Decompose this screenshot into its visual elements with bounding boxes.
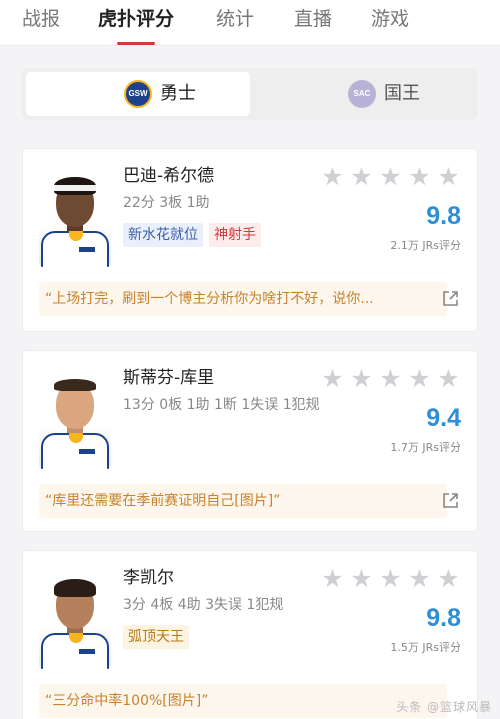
player-avatar xyxy=(39,171,111,267)
player-stats: 13分 0板 1助 1断 1失误 1犯规 xyxy=(123,397,320,413)
star-icon[interactable]: ★ xyxy=(407,566,432,591)
rating-stars[interactable]: ★ ★ ★ ★ ★ xyxy=(316,566,461,591)
tab-live[interactable]: 直播 xyxy=(294,6,332,38)
star-icon[interactable]: ★ xyxy=(320,566,345,591)
active-tab-indicator xyxy=(117,42,155,45)
rater-count: 1.7万 JRs评分 xyxy=(390,441,461,454)
hot-comment[interactable]: “上场打完，刷到一个博主分析你为啥打不好，说你... xyxy=(39,282,447,316)
player-stats: 22分 3板 1助 xyxy=(123,195,210,211)
star-icon[interactable]: ★ xyxy=(349,164,374,189)
tab-hupu-rating[interactable]: 虎扑评分 xyxy=(98,6,175,45)
player-score: 9.8 xyxy=(426,604,461,632)
player-card[interactable]: 李凯尔 3分 4板 4助 3失误 1犯规 弧顶天王 ★ ★ ★ ★ ★ 9.8 1.5万… xyxy=(22,550,478,719)
top-tab-bar: 战报 虎扑评分 统计 直播 游戏 xyxy=(0,0,500,46)
player-score: 9.4 xyxy=(426,404,461,432)
player-name: 李凯尔 xyxy=(123,568,174,588)
player-tag[interactable]: 弧顶天王 xyxy=(123,625,189,649)
player-tags: 新水花就位 神射手 xyxy=(123,223,267,247)
player-tags: 弧顶天王 xyxy=(123,625,195,649)
share-icon[interactable] xyxy=(442,492,459,509)
tab-game-report[interactable]: 战报 xyxy=(22,6,60,38)
player-card[interactable]: 巴迪-希尔德 22分 3板 1助 新水花就位 神射手 ★ ★ ★ ★ ★ 9.8 2.1万… xyxy=(22,148,478,332)
star-icon[interactable]: ★ xyxy=(349,366,374,391)
team-button-warriors[interactable]: GSW 勇士 xyxy=(26,72,250,116)
kings-logo-icon: SAC xyxy=(348,80,376,108)
rater-count: 1.5万 JRs评分 xyxy=(390,641,461,654)
star-icon[interactable]: ★ xyxy=(436,566,461,591)
tab-hupu-rating-label: 虎扑评分 xyxy=(98,8,175,30)
rating-stars[interactable]: ★ ★ ★ ★ ★ xyxy=(316,366,461,391)
hot-comment[interactable]: “库里还需要在季前赛证明自己[图片]” xyxy=(39,484,447,518)
star-icon[interactable]: ★ xyxy=(436,164,461,189)
star-icon[interactable]: ★ xyxy=(378,566,403,591)
tab-games[interactable]: 游戏 xyxy=(371,6,409,38)
tab-stats[interactable]: 统计 xyxy=(216,6,254,38)
rater-count: 2.1万 JRs评分 xyxy=(390,239,461,252)
star-icon[interactable]: ★ xyxy=(378,164,403,189)
warriors-logo-icon: GSW xyxy=(124,80,152,108)
hot-comment[interactable]: “三分命中率100%[图片]” xyxy=(39,684,447,718)
star-icon[interactable]: ★ xyxy=(407,366,432,391)
player-score: 9.8 xyxy=(426,202,461,230)
player-name: 巴迪-希尔德 xyxy=(123,166,215,186)
team-name-kings: 国王 xyxy=(384,83,420,104)
star-icon[interactable]: ★ xyxy=(378,366,403,391)
star-icon[interactable]: ★ xyxy=(436,366,461,391)
watermark: 头条 @篮球风暴 xyxy=(396,700,492,714)
star-icon[interactable]: ★ xyxy=(349,566,374,591)
star-icon[interactable]: ★ xyxy=(320,164,345,189)
player-name: 斯蒂芬-库里 xyxy=(123,368,215,388)
team-switch: GSW 勇士 SAC 国王 xyxy=(22,68,478,120)
star-icon[interactable]: ★ xyxy=(320,366,345,391)
star-icon[interactable]: ★ xyxy=(407,164,432,189)
player-tag[interactable]: 神射手 xyxy=(209,223,261,247)
team-name-warriors: 勇士 xyxy=(160,83,196,104)
rating-stars[interactable]: ★ ★ ★ ★ ★ xyxy=(316,164,461,189)
player-stats: 3分 4板 4助 3失误 1犯规 xyxy=(123,597,284,613)
share-icon[interactable] xyxy=(442,290,459,307)
player-card[interactable]: 斯蒂芬-库里 13分 0板 1助 1断 1失误 1犯规 ★ ★ ★ ★ ★ 9.4 1.… xyxy=(22,350,478,532)
player-avatar xyxy=(39,373,111,469)
player-avatar xyxy=(39,573,111,669)
team-button-kings[interactable]: SAC 国王 xyxy=(250,72,474,116)
player-tag[interactable]: 新水花就位 xyxy=(123,223,203,247)
